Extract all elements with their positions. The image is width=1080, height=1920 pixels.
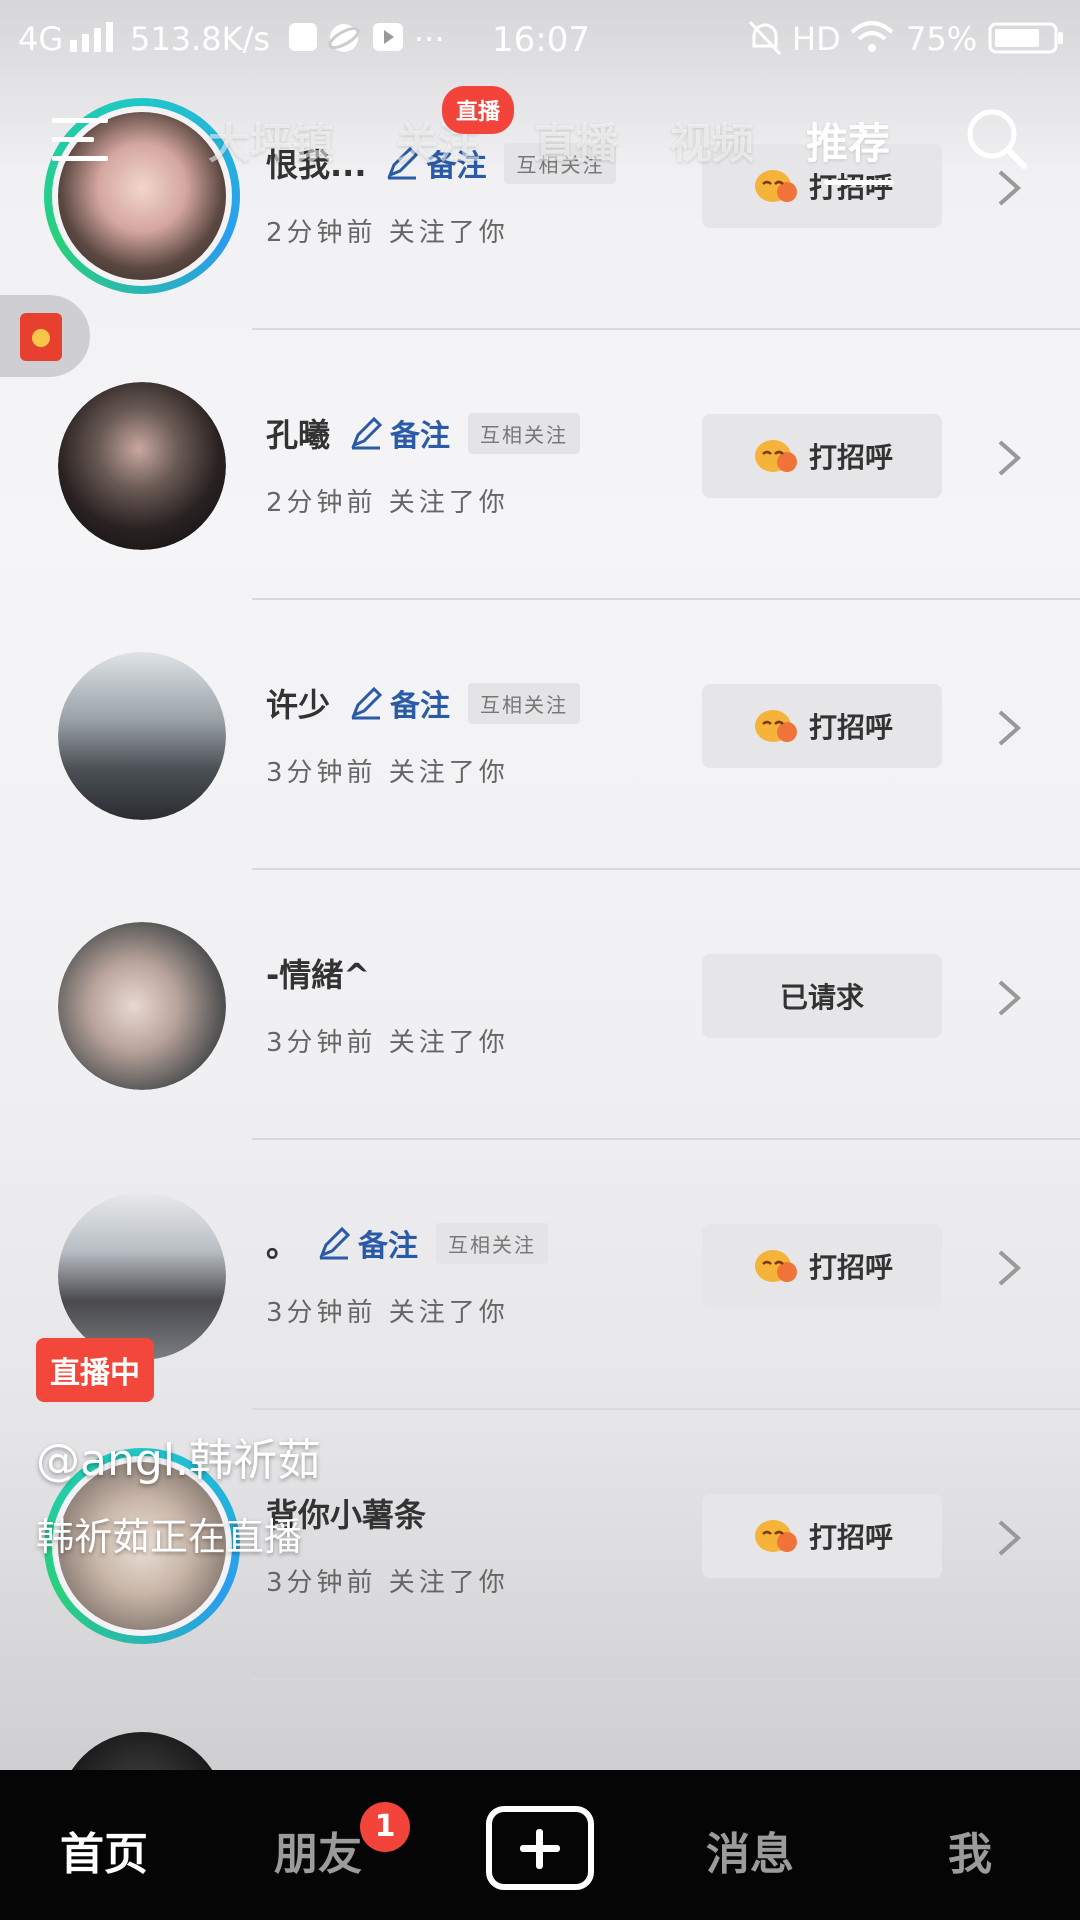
note-button[interactable]: 备注 xyxy=(348,681,450,725)
smile-emoji-icon xyxy=(754,1520,797,1552)
mutual-follow-badge: 互相关注 xyxy=(436,1222,549,1264)
live-pill-badge: 直播 xyxy=(442,86,515,134)
clock: 16:07 xyxy=(492,20,590,60)
tab-live[interactable]: 直播 xyxy=(534,110,618,171)
bottom-nav: 首页 朋友 1 消息 我 xyxy=(0,1770,1080,1920)
avatar[interactable] xyxy=(58,652,226,820)
chevron-right-icon[interactable] xyxy=(992,978,1026,1018)
follow-time: 3分钟前 关注了你 xyxy=(266,758,509,788)
greet-label: 打招呼 xyxy=(808,441,893,474)
avatar[interactable] xyxy=(58,1192,226,1360)
greet-button[interactable]: 打招呼 xyxy=(702,684,942,768)
note-label: 备注 xyxy=(358,1229,419,1264)
chevron-right-icon[interactable] xyxy=(992,1518,1026,1558)
smile-emoji-icon xyxy=(754,1250,797,1282)
divider xyxy=(252,1678,1080,1680)
note-label: 备注 xyxy=(390,419,451,454)
greet-label: 打招呼 xyxy=(808,711,893,744)
greet-button[interactable]: 打招呼 xyxy=(702,1494,942,1578)
user-name[interactable]: -情緒^ xyxy=(266,950,370,996)
network-type: 4G xyxy=(18,20,64,58)
follow-time: 2分钟前 关注了你 xyxy=(266,218,509,248)
chevron-right-icon[interactable] xyxy=(992,1248,1026,1288)
status-bar: 4G 513.8K/s ··· 16:07 HD 75% xyxy=(0,0,1080,78)
mutual-follow-badge: 互相关注 xyxy=(468,682,581,724)
red-packet-widget[interactable] xyxy=(0,295,90,377)
list-item[interactable]: 许少 备注 互相关注 3分钟前 关注了你 打招呼 xyxy=(0,600,1080,870)
user-name[interactable]: 。 xyxy=(266,1220,298,1266)
list-item[interactable]: -情緒^ 3分钟前 关注了你 已请求 xyxy=(0,870,1080,1140)
video-app-icon xyxy=(373,23,403,51)
list-item[interactable]: 孔曦 备注 互相关注 2分钟前 关注了你 打招呼 xyxy=(0,330,1080,600)
live-description: 韩祈茹正在直播 xyxy=(36,1515,303,1559)
note-button[interactable]: 备注 xyxy=(348,411,450,455)
greet-button[interactable]: 打招呼 xyxy=(702,414,942,498)
active-tab-indicator xyxy=(824,180,894,185)
tab-local[interactable]: 大坪镇 xyxy=(208,110,334,171)
app-notification-icon xyxy=(289,23,317,51)
list-item[interactable]: 。 备注 互相关注 3分钟前 关注了你 打招呼 xyxy=(0,1140,1080,1410)
smile-emoji-icon xyxy=(754,440,797,472)
chevron-right-icon[interactable] xyxy=(992,708,1026,748)
signal-icon xyxy=(70,22,113,52)
note-label: 备注 xyxy=(390,689,451,724)
smile-emoji-icon xyxy=(754,710,797,742)
follow-time: 3分钟前 关注了你 xyxy=(266,1028,509,1058)
note-button[interactable]: 备注 xyxy=(316,1221,418,1265)
top-nav: 大坪镇 关注 直播 直播 视频 推荐 xyxy=(0,86,1080,190)
more-indicator: ··· xyxy=(414,20,445,58)
menu-icon[interactable] xyxy=(52,116,112,164)
nav-me[interactable]: 我 xyxy=(948,1818,992,1882)
avatar[interactable] xyxy=(58,382,226,550)
nav-messages[interactable]: 消息 xyxy=(706,1818,794,1882)
mutual-follow-badge: 互相关注 xyxy=(468,412,581,454)
battery-percent: 75% xyxy=(906,20,978,58)
search-icon[interactable] xyxy=(964,106,1030,172)
requested-button[interactable]: 已请求 xyxy=(702,954,942,1038)
mute-bell-icon xyxy=(748,20,782,56)
battery-icon xyxy=(988,22,1063,54)
avatar-partial xyxy=(58,1732,226,1770)
tab-video[interactable]: 视频 xyxy=(670,110,754,171)
tab-recommend[interactable]: 推荐 xyxy=(806,110,890,171)
live-status-badge[interactable]: 直播中 xyxy=(36,1338,154,1402)
wifi-icon xyxy=(850,21,894,52)
user-name[interactable]: 许少 xyxy=(266,680,330,726)
pencil-icon xyxy=(351,416,383,450)
follow-time: 3分钟前 关注了你 xyxy=(266,1298,509,1328)
greet-label: 打招呼 xyxy=(808,1521,893,1554)
hd-indicator: HD xyxy=(792,20,841,58)
nav-home[interactable]: 首页 xyxy=(60,1818,148,1882)
chevron-right-icon[interactable] xyxy=(992,438,1026,478)
follow-time: 2分钟前 关注了你 xyxy=(266,488,509,518)
video-background[interactable]: 恨我... 备注 互相关注 2分钟前 关注了你 打招呼 孔曦 备注 互相关注 2… xyxy=(0,0,1080,1770)
greet-button[interactable]: 打招呼 xyxy=(702,1224,942,1308)
requested-label: 已请求 xyxy=(779,981,864,1014)
pencil-icon xyxy=(319,1226,351,1260)
follow-time: 3分钟前 关注了你 xyxy=(266,1568,509,1598)
browser-icon xyxy=(328,24,360,52)
friends-badge: 1 xyxy=(360,1802,410,1852)
live-username[interactable]: @angl.韩祈茹 xyxy=(36,1424,321,1488)
network-speed: 513.8K/s xyxy=(130,20,271,58)
avatar[interactable] xyxy=(58,922,226,1090)
pencil-icon xyxy=(351,686,383,720)
user-name[interactable]: 孔曦 xyxy=(266,410,330,456)
nav-friends[interactable]: 朋友 xyxy=(274,1818,362,1882)
red-packet-icon xyxy=(20,313,62,361)
greet-label: 打招呼 xyxy=(808,1251,893,1284)
plus-icon[interactable] xyxy=(486,1806,594,1890)
